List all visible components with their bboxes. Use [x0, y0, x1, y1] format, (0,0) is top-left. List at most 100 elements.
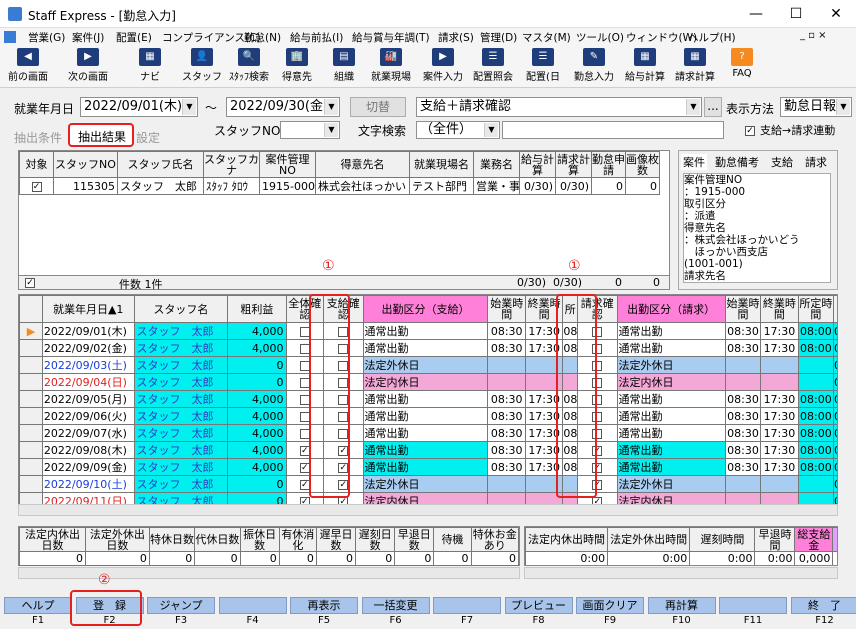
- toolbar-button[interactable]: ▦ 請求計算: [672, 48, 718, 86]
- bill-start[interactable]: 08:30: [724, 441, 762, 459]
- more-button[interactable]: ...: [704, 97, 722, 117]
- mode-select[interactable]: 支給＋請求確認 ▼: [416, 97, 702, 117]
- table-row[interactable]: 2022/09/04(日)スタッフ 太郎0 法定内休日 法定内休日 01: [19, 373, 837, 391]
- upper-header[interactable]: 給与計算: [519, 151, 556, 178]
- toolbar-button[interactable]: 🏭 就業現場: [366, 48, 416, 86]
- lower-header[interactable]: 終業時間: [760, 295, 799, 323]
- lower-header[interactable]: スタッフ名: [133, 295, 229, 323]
- lower-header[interactable]: 始業時間: [724, 295, 762, 323]
- minimize-button[interactable]: —: [736, 0, 776, 28]
- bill-start[interactable]: 08:30: [724, 322, 762, 340]
- fkey-button[interactable]: [719, 597, 787, 614]
- toolbar-button[interactable]: 👤 スタッフ: [182, 48, 222, 86]
- summary-left-scroll[interactable]: [18, 567, 520, 579]
- upper-header[interactable]: スタッフNO: [53, 151, 118, 178]
- upper-header[interactable]: 画像枚数: [625, 151, 660, 178]
- bill-end[interactable]: 17:30: [760, 424, 799, 442]
- lower-header[interactable]: 所定時間: [797, 295, 835, 323]
- fkey-button[interactable]: ヘルプ: [4, 597, 72, 614]
- table-row[interactable]: ▶ 2022/09/01(木) スタッフ 太郎 4,000 通常出勤 08:30 17:30…: [19, 322, 837, 340]
- pay-start[interactable]: 08:30: [487, 407, 526, 425]
- pay-start[interactable]: [487, 373, 526, 391]
- pay-start[interactable]: 08:30: [487, 322, 526, 340]
- bill-kbn[interactable]: 通常出勤: [616, 390, 726, 408]
- fkey-button[interactable]: [433, 597, 501, 614]
- pay-kbn[interactable]: 法定外休日: [362, 356, 489, 374]
- table-row[interactable]: 2022/09/05(月) スタッフ 太郎 4,000 通常出勤 08:30 17:30 0…: [19, 390, 837, 408]
- bill-start[interactable]: [724, 373, 762, 391]
- table-row[interactable]: ✓ 115305 スタッフ 太郎 ｽﾀｯﾌ ﾀﾛｳ 1915-000 株式会社ほっかい テス…: [19, 177, 660, 195]
- detail-tab[interactable]: 支給: [771, 154, 793, 170]
- lower-header[interactable]: 就業年月日▲1: [41, 295, 135, 323]
- fkey-button[interactable]: [218, 597, 287, 614]
- mdi-controls[interactable]: _ ▫ ×: [800, 30, 827, 41]
- bill-end[interactable]: 17:30: [760, 407, 799, 425]
- table-row[interactable]: 2022/09/10(土)スタッフ 太郎0✓✓法定外休日✓法定外休日01: [19, 475, 837, 493]
- table-row[interactable]: 2022/09/06(火) スタッフ 太郎 4,000 通常出勤 08:30 17:30 0…: [19, 407, 837, 425]
- lower-header[interactable]: 粗利益: [227, 295, 287, 323]
- bill-start[interactable]: 08:30: [724, 424, 762, 442]
- bill-kbn[interactable]: 法定外休日: [616, 475, 726, 493]
- bill-kbn[interactable]: 通常出勤: [616, 322, 726, 340]
- link-checkbox[interactable]: ✓: [745, 124, 755, 137]
- bill-end[interactable]: 17:30: [760, 390, 799, 408]
- upper-header[interactable]: 得意先名: [315, 151, 410, 178]
- tab-result[interactable]: 抽出結果: [68, 123, 134, 147]
- close-button[interactable]: ✕: [816, 0, 856, 28]
- menu-item[interactable]: 営業(G): [28, 30, 65, 45]
- bill-end[interactable]: 17:30: [760, 441, 799, 459]
- pay-kbn[interactable]: 通常出勤: [362, 424, 489, 442]
- detail-tab[interactable]: 勤怠備考: [715, 154, 759, 170]
- menu-item[interactable]: 給与前払(I): [290, 30, 343, 45]
- footer-check[interactable]: ✓: [25, 276, 35, 289]
- upper-header[interactable]: 勤怠申請: [591, 151, 626, 178]
- fkey-button[interactable]: 一括変更: [361, 597, 430, 614]
- toolbar-button[interactable]: ? FAQ: [724, 48, 760, 86]
- bill-end[interactable]: [760, 356, 799, 374]
- pay-start[interactable]: 08:30: [487, 441, 526, 459]
- pay-start[interactable]: 08:30: [487, 339, 526, 357]
- bill-end[interactable]: 17:30: [760, 322, 799, 340]
- pay-start[interactable]: 08:30: [487, 424, 526, 442]
- upper-header[interactable]: スタッフカナ: [203, 151, 260, 178]
- upper-header[interactable]: 案件管理NO: [259, 151, 316, 178]
- fkey-button[interactable]: ジャンプ: [147, 597, 215, 614]
- toolbar-button[interactable]: ▦ ナビ: [132, 48, 168, 86]
- detail-tab[interactable]: 案件: [681, 154, 707, 170]
- lower-header[interactable]: 出勤区分（支給）: [362, 295, 489, 323]
- menu-item[interactable]: 給与賞与年調(T): [352, 30, 430, 45]
- pay-kbn[interactable]: 通常出勤: [362, 339, 489, 357]
- table-row[interactable]: 2022/09/09(金) スタッフ 太郎 4,000 ✓ ✓ 通常出勤 08:30 17:3…: [19, 458, 837, 476]
- bill-start[interactable]: [724, 475, 762, 493]
- bill-kbn[interactable]: 通常出勤: [616, 339, 726, 357]
- bill-end[interactable]: 17:30: [760, 339, 799, 357]
- tab-setting[interactable]: 設定: [136, 129, 160, 146]
- lower-header[interactable]: 基休: [833, 295, 837, 323]
- bill-start[interactable]: 08:30: [724, 390, 762, 408]
- toolbar-button[interactable]: ◀ 前の画面: [2, 48, 54, 86]
- summary-right-scroll[interactable]: [524, 567, 838, 579]
- bill-end[interactable]: [760, 475, 799, 493]
- toolbar-button[interactable]: ▤ 組織: [326, 48, 362, 86]
- text-search-select[interactable]: （全件） ▼: [416, 121, 500, 139]
- pay-kbn[interactable]: 通常出勤: [362, 390, 489, 408]
- table-row[interactable]: 2022/09/08(木) スタッフ 太郎 4,000 ✓ ✓ 通常出勤 08:30 17:3…: [19, 441, 837, 459]
- upper-header[interactable]: スタッフ氏名: [117, 151, 204, 178]
- fkey-button[interactable]: 再表示: [290, 597, 358, 614]
- bill-end[interactable]: [760, 373, 799, 391]
- pay-start[interactable]: 08:30: [487, 390, 526, 408]
- menu-item[interactable]: ツール(O): [576, 30, 624, 45]
- lower-header[interactable]: 始業時間: [487, 295, 526, 323]
- display-select[interactable]: 勤怠日報 ▼: [780, 97, 852, 117]
- table-row[interactable]: 2022/09/02(金) スタッフ 太郎 4,000 通常出勤 08:30 17:30 0…: [19, 339, 837, 357]
- toolbar-button[interactable]: ▶ 次の画面: [60, 48, 116, 86]
- date-to-select[interactable]: 2022/09/30(金) ▼: [226, 97, 340, 117]
- upper-header[interactable]: 就業現場名: [409, 151, 474, 178]
- pay-kbn[interactable]: 通常出勤: [362, 322, 489, 340]
- pay-kbn[interactable]: 法定内休日: [362, 373, 489, 391]
- upper-header[interactable]: 請求計算: [555, 151, 592, 178]
- toolbar-button[interactable]: 🏢 得意先: [276, 48, 318, 86]
- bill-kbn[interactable]: 法定内休日: [616, 373, 726, 391]
- fkey-button[interactable]: 画面クリア: [576, 597, 644, 614]
- pay-kbn[interactable]: 通常出勤: [362, 458, 489, 476]
